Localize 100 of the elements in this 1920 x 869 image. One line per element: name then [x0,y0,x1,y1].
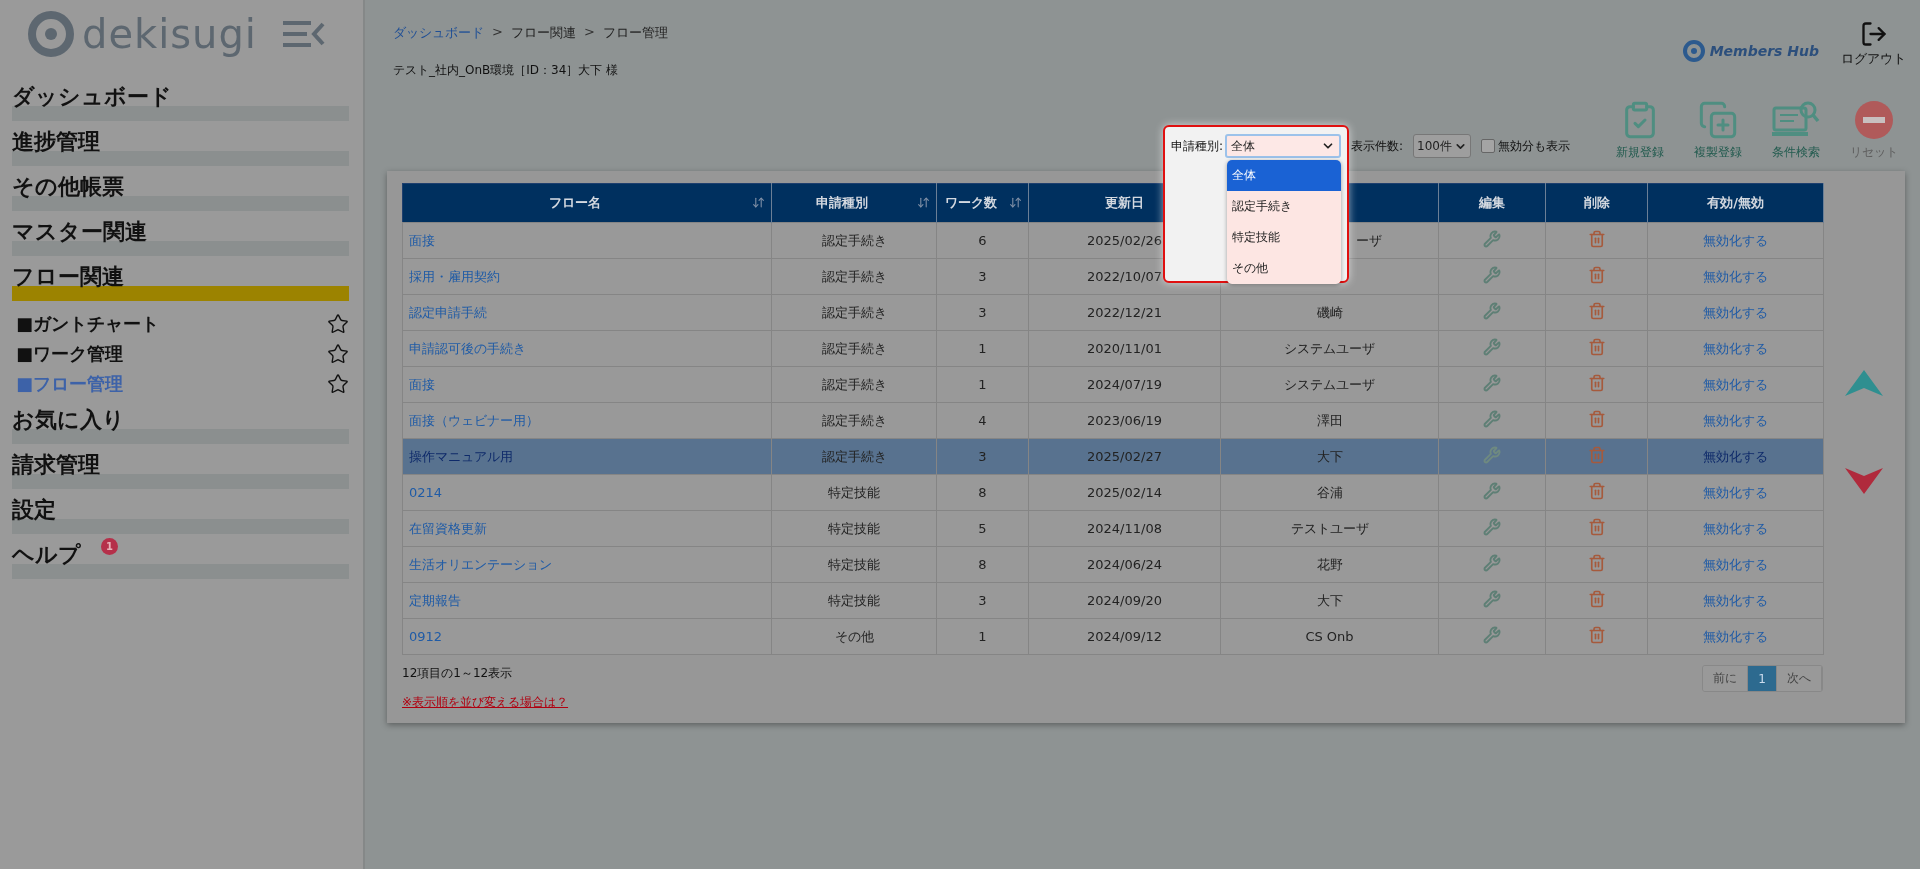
table-cell: 3 [978,269,987,284]
star-icon[interactable] [327,373,349,395]
disable-link[interactable]: 無効化する [1703,268,1768,284]
flow-name-link[interactable]: 0214 [409,485,443,500]
delete-button[interactable] [1587,518,1606,536]
edit-button[interactable] [1483,302,1501,320]
table-row[interactable]: 定期報告 特定技能 3 2024/09/20 大下 無効化する [402,582,1824,619]
delete-button[interactable] [1587,554,1606,572]
edit-button[interactable] [1483,554,1501,572]
disable-link[interactable]: 無効化する [1703,376,1768,392]
toolbar-button[interactable]: 複製登録 [1686,100,1750,161]
table-row[interactable]: 申請認可後の手続き 認定手続き 1 2020/11/01 システムユーザ 無効化する [402,330,1824,367]
delete-button[interactable] [1587,374,1606,392]
table-row[interactable]: 生活オリエンテーション 特定技能 8 2024/06/24 花野 無効化する [402,546,1824,583]
dropdown-option[interactable]: 全体 [1227,160,1341,191]
disable-link[interactable]: 無効化する [1703,304,1768,320]
disable-link[interactable]: 無効化する [1703,556,1768,572]
table-row[interactable]: 面接 認定手続き 1 2024/07/19 システムユーザ 無効化する [402,366,1824,403]
page-button[interactable]: 1 [1748,666,1777,691]
dropdown-option[interactable]: 特定技能 [1227,222,1341,253]
table-cell: 2025/02/14 [1087,485,1162,500]
menu-collapse-icon[interactable] [283,20,325,48]
flow-name-link[interactable]: 操作マニュアル用 [409,448,513,464]
disable-link[interactable]: 無効化する [1703,448,1768,464]
toolbar-button[interactable]: 新規登録 [1608,100,1672,161]
flow-name-link[interactable]: 認定申請手続 [409,304,487,320]
edit-button[interactable] [1483,266,1501,284]
edit-button[interactable] [1483,410,1501,428]
flow-name-link[interactable]: 在留資格更新 [409,520,487,536]
delete-button[interactable] [1587,482,1606,500]
scroll-up-icon[interactable] [1845,370,1883,396]
column-header[interactable]: 申請種別 [771,183,937,223]
delete-button[interactable] [1587,338,1606,356]
account-label: テスト_社内_OnB環境［ID：34］大下 様 [393,62,620,79]
edit-button[interactable] [1483,446,1501,464]
disable-link[interactable]: 無効化する [1703,340,1768,356]
flow-name-link[interactable]: 申請認可後の手続き [409,340,526,356]
edit-button[interactable] [1483,626,1501,644]
table-cell: ーザ [1356,232,1382,248]
disable-link[interactable]: 無効化する [1703,592,1768,608]
sort-icon[interactable] [917,196,930,209]
flow-name-link[interactable]: 定期報告 [409,592,461,608]
delete-button[interactable] [1587,410,1606,428]
disable-link[interactable]: 無効化する [1703,484,1768,500]
sort-icon[interactable] [752,196,765,209]
table-cell: 2024/09/12 [1087,629,1162,644]
delete-button[interactable] [1587,590,1606,608]
edit-button[interactable] [1483,374,1501,392]
result-summary: 12項目の1～12表示 [402,665,514,682]
table-row[interactable]: 0912 その他 1 2024/09/12 CS Onb 無効化する [402,618,1824,655]
disable-link[interactable]: 無効化する [1703,628,1768,644]
flow-name-link[interactable]: 面接 [409,232,435,248]
logout-button[interactable]: ログアウト [1841,20,1906,68]
flow-name-link[interactable]: 面接 [409,376,435,392]
column-header[interactable]: ワーク数 [936,183,1029,223]
count-select[interactable]: 100件 [1413,134,1471,158]
delete-button[interactable] [1587,230,1606,248]
table-cell: 2022/12/21 [1087,305,1162,320]
table-cell: 磯崎 [1316,304,1343,320]
edit-button[interactable] [1483,590,1501,608]
toolbar-button[interactable]: 条件検索 [1764,100,1828,161]
table-row[interactable]: 認定申請手続 認定手続き 3 2022/12/21 磯崎 無効化する [402,294,1824,331]
star-icon[interactable] [327,313,349,335]
nav-item[interactable]: ヘルプ 1 [12,536,349,581]
delete-button[interactable] [1587,266,1606,284]
column-header[interactable]: フロー名 [402,183,772,223]
nav-subitem[interactable]: ■ガントチャート [16,312,159,336]
scroll-down-icon[interactable] [1845,468,1883,494]
table-cell: 8 [978,557,987,572]
table-row[interactable]: 操作マニュアル用 認定手続き 3 2025/02/27 大下 無効化する [402,438,1824,475]
delete-button[interactable] [1587,626,1606,644]
edit-button[interactable] [1483,338,1501,356]
flow-name-link[interactable]: 採用・雇用契約 [409,268,500,284]
table-row[interactable]: 面接（ウェビナー用） 認定手続き 4 2023/06/19 澤田 無効化する [402,402,1824,439]
disable-link[interactable]: 無効化する [1703,412,1768,428]
prev-page-button[interactable]: 前に [1703,666,1749,691]
table-cell: 2024/07/19 [1087,377,1162,392]
edit-button[interactable] [1483,230,1501,248]
edit-button[interactable] [1483,518,1501,536]
table-row[interactable]: 0214 特定技能 8 2025/02/14 谷浦 無効化する [402,474,1824,511]
breadcrumb-item[interactable]: ダッシュボード [393,24,484,42]
flow-name-link[interactable]: 面接（ウェビナー用） [409,412,539,428]
flow-name-link[interactable]: 0912 [409,629,443,644]
flow-name-link[interactable]: 生活オリエンテーション [409,556,552,572]
delete-button[interactable] [1587,446,1606,464]
sort-help-link[interactable]: ※表示順を並び変える場合は？ [402,694,569,711]
table-cell: 認定手続き [821,376,887,392]
dropdown-option[interactable]: 認定手続き [1227,191,1341,222]
delete-button[interactable] [1587,302,1606,320]
table-cell: 認定手続き [821,232,887,248]
disable-link[interactable]: 無効化する [1703,232,1768,248]
edit-button[interactable] [1483,482,1501,500]
sort-icon[interactable] [1009,196,1022,209]
type-select[interactable]: 全体 [1225,134,1342,158]
nav-subitem[interactable]: ■ワーク管理 [16,342,123,366]
nav-subitem[interactable]: ■フロー管理 [16,372,123,396]
checkbox[interactable] [1481,139,1495,153]
table-row[interactable]: 在留資格更新 特定技能 5 2024/11/08 テストユーザ 無効化する [402,510,1824,547]
disable-link[interactable]: 無効化する [1703,520,1768,536]
star-icon[interactable] [327,343,349,365]
